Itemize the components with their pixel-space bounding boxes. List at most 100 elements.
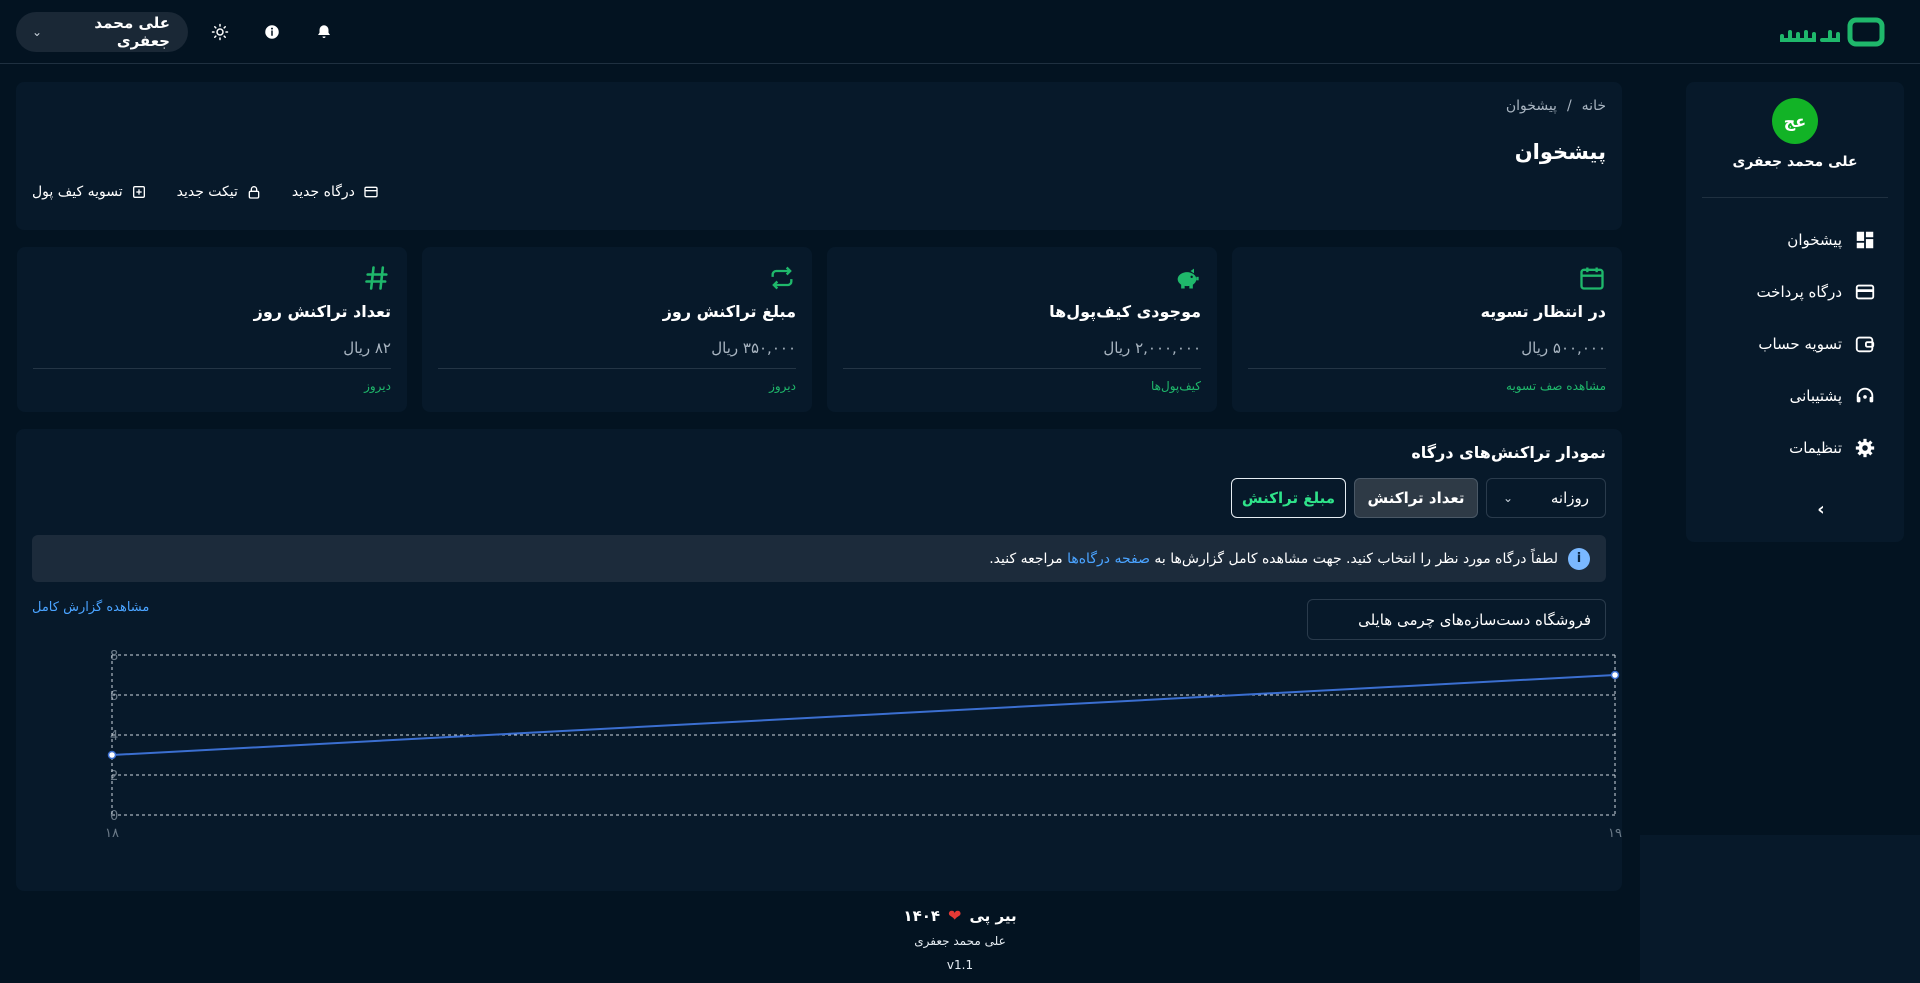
credit-card-icon <box>363 184 379 200</box>
footer-author: علی محمد جعفری <box>914 934 1006 948</box>
top-bar: علی محمد جعفری ⌄ <box>0 0 1920 64</box>
gateway-select[interactable]: فروشگاه دست‌سازه‌های چرمی هایلی <box>1307 599 1606 640</box>
transaction-amount-button[interactable]: مبلغ تراکنش <box>1231 478 1346 518</box>
divider <box>33 368 391 369</box>
user-name: علی محمد جعفری <box>94 14 170 50</box>
new-ticket-label: تیکت جدید <box>176 184 238 200</box>
lock-icon <box>246 184 262 200</box>
stat-link[interactable]: مشاهده صف تسویه <box>1506 379 1606 393</box>
bell-icon[interactable] <box>312 20 336 44</box>
info-text: لطفاً درگاه مورد نظر را انتخاب کنید. جهت… <box>989 551 1558 567</box>
avatar[interactable]: عج <box>1772 98 1818 144</box>
collapse-sidebar-chevron-icon[interactable]: › <box>1811 499 1831 520</box>
chart-controls: روزانه ⌄ تعداد تراکنش مبلغ تراکنش <box>1231 478 1606 518</box>
stat-value: ۸۲ ریال <box>343 339 391 357</box>
headset-icon <box>1854 385 1876 407</box>
x-tick-label: ۱۹ <box>1608 826 1622 841</box>
sun-icon[interactable] <box>208 20 232 44</box>
info-icon[interactable] <box>260 20 284 44</box>
info-alert: i لطفاً درگاه مورد نظر را انتخاب کنید. ج… <box>32 535 1606 582</box>
repeat-icon <box>767 263 797 293</box>
stat-value: ۵۰۰,۰۰۰ ریال <box>1521 339 1606 357</box>
dashboard-icon <box>1854 229 1876 251</box>
footer-panel <box>1640 835 1920 983</box>
stat-link[interactable]: کیف‌پول‌ها <box>1151 379 1201 393</box>
stat-link[interactable]: دیروز <box>364 379 391 393</box>
chevron-down-icon: ⌄ <box>32 25 43 39</box>
y-tick-label: 8 <box>110 649 118 664</box>
chevron-down-icon: ⌄ <box>1503 491 1514 505</box>
stat-card-wallet-balance: موجودی کیف‌پول‌ها ۲,۰۰۰,۰۰۰ ریال کیف‌پول… <box>827 247 1217 412</box>
stat-title: موجودی کیف‌پول‌ها <box>1049 302 1201 321</box>
footer-version: v1.1 <box>946 958 974 972</box>
y-tick-label: 0 <box>110 809 118 824</box>
sidebar-user-name: علی محمد جعفری <box>1732 154 1858 170</box>
divider <box>1702 197 1888 198</box>
stat-card-daily-amount: مبلغ تراکنش روز ۳۵۰,۰۰۰ ریال دیروز <box>422 247 812 412</box>
divider <box>1248 368 1606 369</box>
sidebar-item-settlement[interactable]: تسویه حساب <box>1686 318 1904 370</box>
full-report-link[interactable]: مشاهده گزارش کامل <box>32 600 149 615</box>
plus-square-icon <box>131 184 147 200</box>
calendar-icon <box>1577 263 1607 293</box>
x-tick-label: ۱۸ <box>105 826 119 841</box>
sidebar-item-settings[interactable]: تنظیمات <box>1686 422 1904 474</box>
y-tick-label: 4 <box>110 729 118 744</box>
sidebar-item-label: درگاه پرداخت <box>1756 283 1842 301</box>
page-header-card: خانه / پیشخوان پیشخوان درگاه جدید تیکت ج… <box>16 82 1622 230</box>
breadcrumb-separator: / <box>1566 98 1572 114</box>
sidebar-item-label: تسویه حساب <box>1758 335 1842 353</box>
breadcrumb-current: پیشخوان <box>1505 98 1557 114</box>
breadcrumb: خانه / پیشخوان <box>1506 98 1606 114</box>
data-point <box>1610 670 1620 680</box>
gateway-select-value: فروشگاه دست‌سازه‌های چرمی هایلی <box>1358 610 1591 629</box>
info-icon: i <box>1568 547 1590 570</box>
footer: بیر پی ❤ ۱۴۰۴ علی محمد جعفری v1.1 <box>860 906 1060 972</box>
stat-link[interactable]: دیروز <box>769 379 796 393</box>
period-select-value: روزانه <box>1550 489 1589 507</box>
chart-title: نمودار تراکنش‌های درگاه <box>1411 443 1606 462</box>
stat-card-daily-count: تعداد تراکنش روز ۸۲ ریال دیروز <box>17 247 407 412</box>
heart-icon: ❤ <box>948 906 962 925</box>
gateways-page-link[interactable]: صفحه درگاه‌ها <box>1067 551 1150 567</box>
period-select[interactable]: روزانه ⌄ <box>1486 478 1606 518</box>
credit-card-icon <box>1854 281 1876 303</box>
brand-logo[interactable] <box>1778 14 1890 50</box>
series-line <box>111 674 1616 756</box>
footer-brand: بیر پی <box>969 906 1017 925</box>
sidebar-item-label: پیشخوان <box>1787 231 1842 249</box>
y-tick-label: 6 <box>110 689 118 704</box>
sidebar-item-support[interactable]: پشتیبانی <box>1686 370 1904 422</box>
quick-actions: درگاه جدید تیکت جدید تسویه کیف پول <box>32 184 379 200</box>
info-suffix: مراجعه کنید. <box>989 550 1063 567</box>
user-menu-button[interactable]: علی محمد جعفری ⌄ <box>16 12 188 52</box>
wallet-icon <box>1854 333 1876 355</box>
breadcrumb-home[interactable]: خانه <box>1582 98 1606 114</box>
sidebar-item-label: تنظیمات <box>1789 439 1842 457</box>
stat-value: ۳۵۰,۰۰۰ ریال <box>711 339 796 357</box>
footer-brand-line: بیر پی ❤ ۱۴۰۴ <box>860 906 1060 925</box>
data-point <box>107 750 117 760</box>
sidebar-item-payment-gateway[interactable]: درگاه پرداخت <box>1686 266 1904 318</box>
y-tick-label: 2 <box>110 769 118 784</box>
page-title: پیشخوان <box>1514 140 1606 164</box>
divider <box>843 368 1201 369</box>
footer-year: ۱۴۰۴ <box>903 906 941 925</box>
stat-title: در انتظار تسویه <box>1480 302 1606 321</box>
sidebar-item-label: پشتیبانی <box>1789 387 1842 405</box>
transactions-line-chart: 0 2 4 6 8 ۱۸ ۱۹ <box>105 649 1622 841</box>
sidebar: عج علی محمد جعفری پیشخوان درگاه پرداخت ت… <box>1686 82 1904 542</box>
info-message: لطفاً درگاه مورد نظر را انتخاب کنید. جهت… <box>1154 550 1558 567</box>
gateway-chart-card: نمودار تراکنش‌های درگاه روزانه ⌄ تعداد ت… <box>16 429 1622 891</box>
new-gateway-button[interactable]: درگاه جدید <box>292 184 379 200</box>
wallet-settlement-button[interactable]: تسویه کیف پول <box>32 184 147 200</box>
stat-card-pending-settlement: در انتظار تسویه ۵۰۰,۰۰۰ ریال مشاهده صف ت… <box>1232 247 1622 412</box>
sidebar-item-dashboard[interactable]: پیشخوان <box>1686 214 1904 266</box>
new-gateway-label: درگاه جدید <box>291 184 355 200</box>
transaction-count-button[interactable]: تعداد تراکنش <box>1354 478 1478 518</box>
new-ticket-button[interactable]: تیکت جدید <box>177 184 262 200</box>
sidebar-menu: پیشخوان درگاه پرداخت تسویه حساب پشتیبانی… <box>1686 214 1904 474</box>
piggy-bank-icon <box>1172 263 1202 293</box>
stat-title: تعداد تراکنش روز <box>253 302 391 321</box>
stat-title: مبلغ تراکنش روز <box>662 302 796 321</box>
